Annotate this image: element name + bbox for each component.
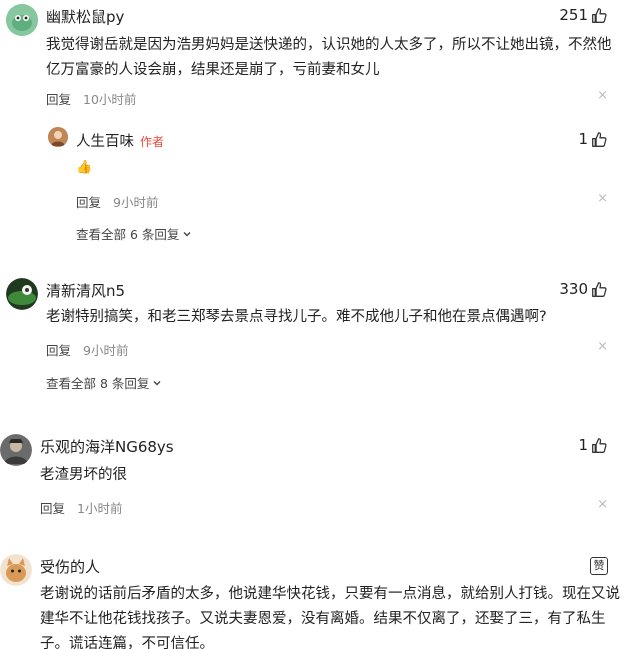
expand-replies-link[interactable]: 查看全部 6 条回复 xyxy=(76,224,192,243)
like-count: 251 xyxy=(559,6,588,24)
author-badge: 作者 xyxy=(140,135,165,149)
timestamp: 10小时前 xyxy=(83,92,137,107)
like-count: 330 xyxy=(559,280,588,298)
close-icon[interactable]: × xyxy=(597,339,608,354)
chevron-down-icon xyxy=(153,380,161,385)
comment-item: 受伤的人 赞 老谢说的话前后矛盾的太多，他说建华快花钱，只要有一点消息，就给别人… xyxy=(0,550,640,649)
reply-username[interactable]: 人生百味 作者 xyxy=(76,130,164,151)
reply-button[interactable]: 回复 xyxy=(46,89,71,108)
comment-text: 老渣男坏的很 xyxy=(40,467,127,483)
timestamp: 9小时前 xyxy=(113,195,159,210)
thumbs-up-icon xyxy=(592,131,607,147)
avatar[interactable] xyxy=(48,127,68,147)
thumbs-up-icon xyxy=(592,281,607,297)
close-icon[interactable]: × xyxy=(597,191,608,206)
avatar[interactable] xyxy=(6,278,38,310)
like-button[interactable]: 251 xyxy=(559,6,608,24)
avatar[interactable] xyxy=(6,4,38,36)
expand-replies-link[interactable]: 查看全部 8 条回复 xyxy=(46,373,162,392)
like-count: 1 xyxy=(578,436,588,454)
timestamp: 9小时前 xyxy=(83,343,129,358)
comment-item: 幽默松鼠py 251 我觉得谢岳就是因为浩男妈妈是送快递的，认识她的人太多了，所… xyxy=(0,0,640,260)
timestamp: 1小时前 xyxy=(77,501,123,516)
like-count: 1 xyxy=(578,130,588,148)
close-icon[interactable]: × xyxy=(597,497,608,512)
username[interactable]: 乐观的海洋NG68ys xyxy=(40,436,174,457)
comment-text: 老谢特别搞笑，和老三郑琴去景点寻找儿子。难不成他儿子和他在景点偶遇啊? xyxy=(46,309,547,325)
like-button[interactable]: 1 xyxy=(578,130,608,148)
thumbs-up-icon xyxy=(592,437,607,453)
like-button[interactable]: 330 xyxy=(559,280,608,298)
username[interactable]: 受伤的人 xyxy=(40,556,100,577)
username[interactable]: 幽默松鼠py xyxy=(46,6,124,27)
like-button[interactable]: 1 xyxy=(578,436,608,454)
username[interactable]: 清新清风n5 xyxy=(46,280,125,301)
close-icon[interactable]: × xyxy=(597,88,608,103)
comment-text: 老谢说的话前后矛盾的太多，他说建华快花钱，只要有一点消息，就给别人打钱。现在又说… xyxy=(40,586,620,649)
reply-button[interactable]: 回复 xyxy=(40,498,65,517)
reply-button[interactable]: 回复 xyxy=(76,192,101,211)
praise-icon[interactable]: 赞 xyxy=(590,557,608,575)
comment-item: 清新清风n5 330 老谢特别搞笑，和老三郑琴去景点寻找儿子。难不成他儿子和他在… xyxy=(0,270,640,400)
comment-text: 我觉得谢岳就是因为浩男妈妈是送快递的，认识她的人太多了，所以不让她出镜，不然他亿… xyxy=(46,37,612,78)
comment-item: 乐观的海洋NG68ys 1 老渣男坏的很 回复 1小时前 × xyxy=(0,428,640,528)
reply-button[interactable]: 回复 xyxy=(46,340,71,359)
avatar[interactable] xyxy=(0,434,32,466)
chevron-down-icon xyxy=(183,231,191,236)
reply-text: 👍 xyxy=(76,160,93,175)
thumbs-up-icon xyxy=(592,7,607,23)
avatar[interactable] xyxy=(0,554,32,586)
